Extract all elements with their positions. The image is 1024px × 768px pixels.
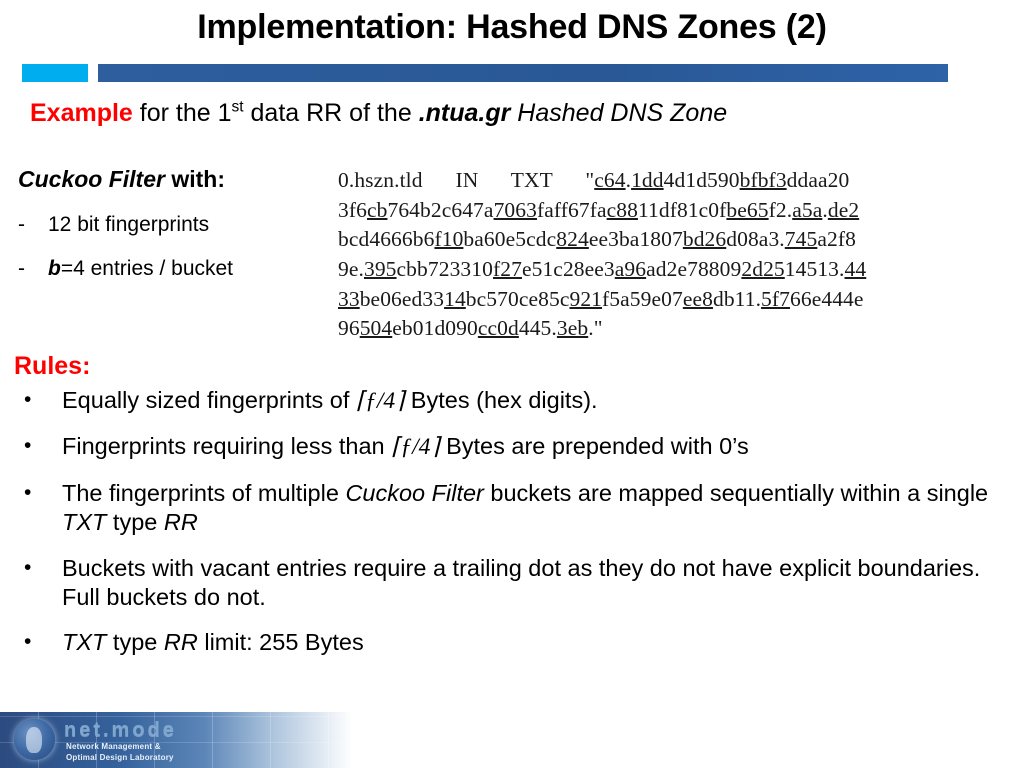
rule-text-fragment: RR	[163, 629, 198, 656]
bullet-icon: •	[24, 555, 32, 579]
rule-text-fragment: limit: 255 Bytes	[197, 629, 364, 656]
rule-text-fragment: type	[106, 629, 164, 656]
subtitle-ordinal: st	[231, 98, 244, 116]
netmode-tagline-line-1: Network Management &	[66, 742, 161, 751]
rule-text-fragment: Bytes (hex digits).	[404, 387, 598, 413]
slide-subtitle: Example for the 1st data RR of the .ntua…	[30, 99, 990, 128]
rule-text-fragment: type	[106, 509, 164, 536]
rule-text-fragment: Bytes are prepended with 0’s	[439, 433, 749, 460]
footer-logo-bar: net.mode Network Management & Optimal De…	[0, 712, 352, 768]
rule-text: Fingerprints requiring less than ⌈ƒ/4⌉ B…	[62, 432, 1014, 462]
cuckoo-filter-panel: Cuckoo Filter with: - 12 bit fingerprint…	[18, 166, 330, 300]
rule-text: The fingerprints of multiple Cuckoo Filt…	[62, 479, 1014, 538]
netmode-tagline: Network Management & Optimal Design Labo…	[66, 742, 174, 764]
rule-item: • TXT type RR limit: 255 Bytes	[14, 628, 1014, 657]
netmode-tagline-line-2: Optimal Design Laboratory	[66, 752, 174, 762]
rule-item: • Fingerprints requiring less than ⌈ƒ/4⌉ …	[14, 432, 1014, 462]
rule-item: • The fingerprints of multiple Cuckoo Fil…	[14, 479, 1014, 538]
subtitle-keyword: Example	[30, 99, 133, 127]
dns-record-line: 3f6cb764b2c647a7063faff67fac8811df81c0fb…	[338, 197, 860, 222]
dns-record-line: 96504eb01d090cc0d445.3eb."	[338, 316, 603, 341]
rule-text-fragment: TXT	[62, 629, 107, 656]
dns-record-line: 9e.395cbb723310f27e51c28ee3a96ad2e788092…	[338, 256, 867, 281]
bullet-icon: •	[24, 480, 32, 504]
rule-text-fragment: Equally sized fingerprints of	[62, 387, 356, 413]
rule-text-fragment: Buckets with vacant entries require a tr…	[62, 554, 981, 610]
accent-bar	[0, 64, 1024, 84]
cuckoo-filter-item: - 12 bit fingerprints	[18, 212, 330, 237]
dns-record-line: 33be06ed3314bc570ce85c921f5a59e07ee8db11…	[338, 286, 864, 311]
cuckoo-filter-heading: Cuckoo Filter with:	[18, 166, 330, 194]
rules-list: • Equally sized fingerprints of ⌈ƒ/4⌉ Byt…	[14, 386, 1014, 674]
subtitle-text-2: data RR of the	[243, 99, 419, 127]
cuckoo-filter-item: - b=4 entries / bucket	[18, 256, 330, 281]
rule-text-fragment: ⌈ƒ/4⌉	[391, 434, 440, 461]
cuckoo-filter-heading-rest: with:	[164, 166, 226, 192]
subtitle-text-1: for the 1	[132, 99, 232, 127]
cuckoo-filter-item-symbol: b	[48, 256, 61, 280]
subtitle-text-3: Hashed DNS Zone	[510, 99, 728, 127]
rule-item: • Buckets with vacant entries require a t…	[14, 554, 1014, 613]
rules-heading: Rules:	[14, 352, 91, 380]
rule-text-fragment: TXT	[62, 509, 107, 536]
rule-text-fragment: Fingerprints requiring less than	[62, 433, 392, 460]
accent-bar-cyan-segment	[22, 64, 88, 82]
dash-bullet-icon: -	[18, 212, 25, 236]
page-title: Implementation: Hashed DNS Zones (2)	[197, 8, 827, 46]
subtitle-domain: .ntua.gr	[418, 99, 511, 127]
dns-resource-record: 0.hszn.tld IN TXT "c64.1dd4d1d590bfbf3dd…	[338, 166, 1010, 344]
cuckoo-filter-item-label: 12 bit fingerprints	[48, 212, 210, 236]
rule-text: Equally sized fingerprints of ⌈ƒ/4⌉ Byte…	[62, 386, 1014, 416]
dns-record-line: 0.hszn.tld IN TXT "c64.1dd4d1d590bfbf3dd…	[338, 168, 850, 192]
dash-bullet-icon: -	[18, 256, 25, 280]
rule-text: Buckets with vacant entries require a tr…	[62, 554, 1014, 613]
rule-text-fragment: ⌈ƒ/4⌉	[355, 388, 405, 414]
rule-text-fragment: RR	[163, 509, 198, 536]
ntua-seal-icon	[14, 719, 55, 760]
bullet-icon: •	[24, 434, 32, 458]
rule-text-fragment: Cuckoo Filter	[345, 479, 484, 506]
rule-item: • Equally sized fingerprints of ⌈ƒ/4⌉ Byt…	[14, 386, 1014, 416]
rule-text: TXT type RR limit: 255 Bytes	[62, 628, 1014, 657]
dns-record-line: bcd4666b6f10ba60e5cdc824ee3ba1807bd26d08…	[338, 227, 856, 252]
bullet-icon: •	[24, 388, 32, 411]
accent-bar-blue-segment	[98, 64, 948, 82]
cuckoo-filter-heading-italic: Cuckoo Filter	[18, 166, 165, 192]
netmode-brand-label: net.mode	[64, 719, 177, 741]
rule-text-fragment: The fingerprints of multiple	[62, 479, 346, 506]
cuckoo-filter-item-label: b=4 entries / bucket	[48, 256, 233, 281]
bullet-icon: •	[24, 630, 32, 654]
rule-text-fragment: buckets are mapped sequentially within a…	[483, 479, 989, 506]
cuckoo-filter-item-text: =4 entries / bucket	[60, 256, 234, 280]
